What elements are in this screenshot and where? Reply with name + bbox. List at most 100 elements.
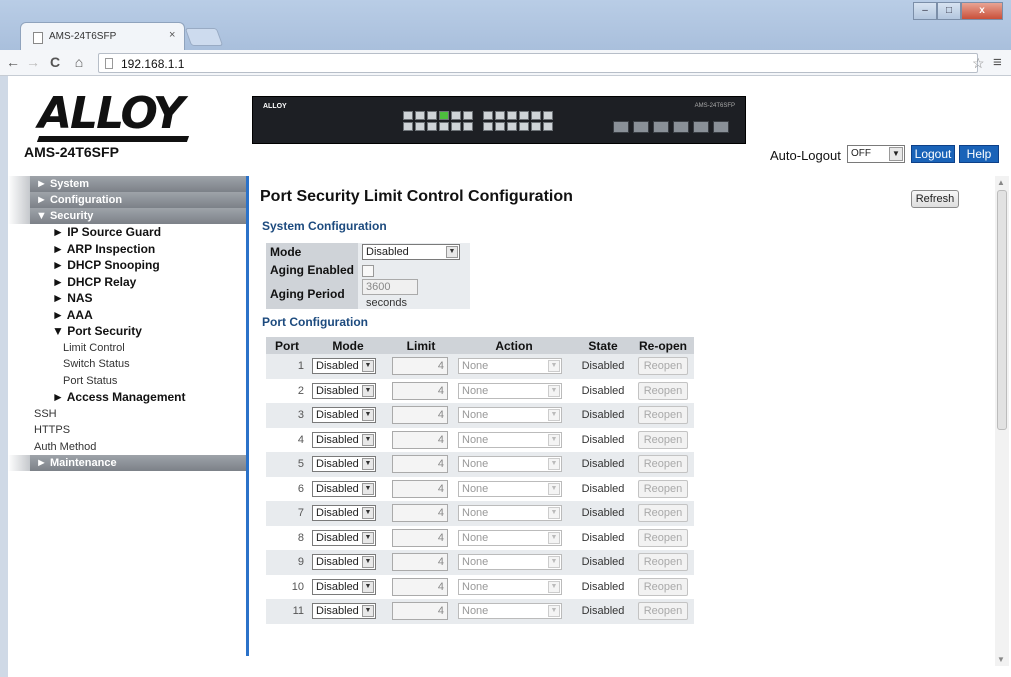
- action-select[interactable]: None ▼: [458, 456, 562, 473]
- limit-input[interactable]: 4: [392, 406, 448, 425]
- reload-icon[interactable]: C: [46, 54, 64, 70]
- sfp-port: [613, 121, 629, 133]
- limit-input[interactable]: 4: [392, 430, 448, 449]
- reopen-button[interactable]: Reopen: [638, 430, 688, 449]
- reopen-button[interactable]: Reopen: [638, 357, 688, 376]
- address-bar[interactable]: 192.168.1.1: [98, 53, 978, 73]
- sidebar-item-nas[interactable]: ► NAS: [8, 290, 248, 307]
- reopen-button[interactable]: Reopen: [638, 528, 688, 547]
- mode-select[interactable]: Disabled ▼: [312, 505, 376, 522]
- mode-select[interactable]: Disabled ▼: [312, 578, 376, 595]
- close-window-button[interactable]: x: [961, 2, 1003, 20]
- mode-cell: Disabled ▼: [358, 243, 470, 261]
- action-select[interactable]: None ▼: [458, 382, 562, 399]
- scrollbar-thumb[interactable]: [997, 190, 1007, 430]
- limit-cell: 4: [388, 378, 454, 403]
- sidebar-item-switch-status[interactable]: Switch Status: [8, 356, 248, 373]
- minimize-button[interactable]: –: [913, 2, 937, 20]
- maximize-button[interactable]: □: [937, 2, 961, 20]
- table-row: 5 Disabled ▼ 4 None ▼ Disabled Reopen: [266, 452, 694, 477]
- browser-tab[interactable]: AMS-24T6SFP ×: [20, 22, 185, 50]
- sidebar-item-configuration[interactable]: ► Configuration: [8, 192, 248, 208]
- sidebar-item-dhcp-relay[interactable]: ► DHCP Relay: [8, 274, 248, 291]
- sidebar-item-access-management[interactable]: ► Access Management: [8, 389, 248, 406]
- sidebar-item-security[interactable]: ▼ Security: [8, 208, 248, 224]
- browser-menu-icon[interactable]: ≡: [993, 54, 1002, 71]
- limit-input[interactable]: 4: [392, 381, 448, 400]
- action-select[interactable]: None ▼: [458, 505, 562, 522]
- action-select[interactable]: None ▼: [458, 578, 562, 595]
- reopen-button[interactable]: Reopen: [638, 553, 688, 572]
- scroll-down-icon[interactable]: ▼: [997, 655, 1005, 664]
- action-select[interactable]: None ▼: [458, 358, 562, 375]
- sidebar-item-port-security[interactable]: ▼ Port Security: [8, 323, 248, 340]
- reopen-button[interactable]: Reopen: [638, 406, 688, 425]
- mode-select[interactable]: Disabled ▼: [312, 456, 376, 473]
- limit-input[interactable]: 4: [392, 577, 448, 596]
- action-select[interactable]: None ▼: [458, 431, 562, 448]
- limit-input[interactable]: 4: [392, 479, 448, 498]
- mode-select[interactable]: Disabled ▼: [312, 431, 376, 448]
- reopen-cell: Reopen: [632, 476, 694, 501]
- sidebar-item-maintenance[interactable]: ► Maintenance: [8, 455, 248, 471]
- close-tab-icon[interactable]: ×: [169, 29, 175, 41]
- bookmark-star-icon[interactable]: ☆: [972, 55, 985, 72]
- reopen-button[interactable]: Reopen: [638, 479, 688, 498]
- home-icon[interactable]: ⌂: [70, 54, 88, 70]
- sidebar-item-port-status[interactable]: Port Status: [8, 373, 248, 390]
- reopen-button[interactable]: Reopen: [638, 577, 688, 596]
- forward-icon[interactable]: →: [24, 54, 42, 70]
- scroll-up-icon[interactable]: ▲: [997, 178, 1005, 187]
- chevron-down-icon: ▼: [548, 556, 560, 569]
- new-tab-button[interactable]: [184, 28, 224, 46]
- limit-input[interactable]: 4: [392, 455, 448, 474]
- action-select[interactable]: None ▼: [458, 529, 562, 546]
- limit-input[interactable]: 4: [392, 602, 448, 621]
- mode-select[interactable]: Disabled ▼: [362, 244, 460, 260]
- reopen-button[interactable]: Reopen: [638, 504, 688, 523]
- reopen-button[interactable]: Reopen: [638, 381, 688, 400]
- mode-select[interactable]: Disabled ▼: [312, 382, 376, 399]
- sidebar-item-limit-control[interactable]: Limit Control: [8, 340, 248, 357]
- aging-period-input[interactable]: 3600: [362, 279, 418, 295]
- sidebar-divider: [246, 176, 249, 656]
- mode-select[interactable]: Disabled ▼: [312, 603, 376, 620]
- limit-input[interactable]: 4: [392, 504, 448, 523]
- limit-input[interactable]: 4: [392, 553, 448, 572]
- reopen-button[interactable]: Reopen: [638, 602, 688, 621]
- vertical-scrollbar[interactable]: ▲ ▼: [995, 176, 1009, 666]
- mode-select[interactable]: Disabled ▼: [312, 407, 376, 424]
- aging-period-cell: 3600 seconds: [358, 279, 470, 309]
- mode-select[interactable]: Disabled ▼: [312, 554, 376, 571]
- auto-logout-select[interactable]: OFF ▼: [847, 145, 905, 163]
- limit-input[interactable]: 4: [392, 357, 448, 376]
- switch-brand-label: ALLOY: [263, 103, 287, 110]
- mode-select[interactable]: Disabled ▼: [312, 358, 376, 375]
- port-cell: 1: [266, 354, 308, 379]
- mode-select[interactable]: Disabled ▼: [312, 529, 376, 546]
- logout-button[interactable]: Logout: [911, 145, 955, 163]
- reopen-button[interactable]: Reopen: [638, 455, 688, 474]
- action-select[interactable]: None ▼: [458, 554, 562, 571]
- aging-enabled-checkbox[interactable]: [362, 264, 374, 277]
- sidebar-item-aaa[interactable]: ► AAA: [8, 307, 248, 324]
- mode-value: Disabled: [316, 605, 359, 618]
- back-icon[interactable]: ←: [4, 54, 22, 70]
- help-button[interactable]: Help: [959, 145, 999, 163]
- limit-input[interactable]: 4: [392, 528, 448, 547]
- port-config-table: Port Mode Limit Action State Re-open * <…: [266, 337, 694, 624]
- sidebar-item-auth-method[interactable]: Auth Method: [8, 439, 248, 456]
- sidebar-item-ssh[interactable]: SSH: [8, 406, 248, 423]
- limit-cell: 4: [388, 476, 454, 501]
- browser-titlebar: AMS-24T6SFP × – □ x: [0, 0, 1011, 50]
- action-select[interactable]: None ▼: [458, 480, 562, 497]
- sidebar-item-dhcp-snooping[interactable]: ► DHCP Snooping: [8, 257, 248, 274]
- refresh-button[interactable]: Refresh: [911, 190, 959, 208]
- sidebar-item-https[interactable]: HTTPS: [8, 422, 248, 439]
- sidebar-item-system[interactable]: ► System: [8, 176, 248, 192]
- sidebar-item-ip-source-guard[interactable]: ► IP Source Guard: [8, 224, 248, 241]
- action-select[interactable]: None ▼: [458, 407, 562, 424]
- action-select[interactable]: None ▼: [458, 603, 562, 620]
- sidebar-item-arp-inspection[interactable]: ► ARP Inspection: [8, 241, 248, 258]
- mode-select[interactable]: Disabled ▼: [312, 480, 376, 497]
